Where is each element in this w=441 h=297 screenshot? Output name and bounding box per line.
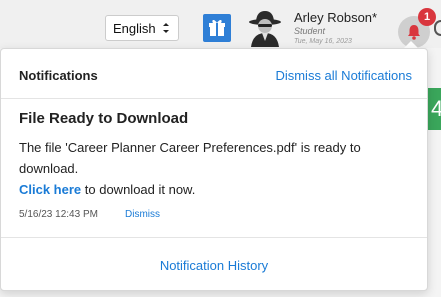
notification-timestamp: 5/16/23 12:43 PM <box>19 209 98 220</box>
bell-icon <box>408 25 420 40</box>
language-select-value: English <box>113 20 156 36</box>
notifications-title: Notifications <box>19 68 98 83</box>
select-arrows-icon <box>163 23 169 33</box>
notification-title: File Ready to Download <box>19 110 189 127</box>
dismiss-notification-link[interactable]: Dismiss <box>125 209 160 220</box>
notification-item: File Ready to Download The file 'Career … <box>1 99 427 238</box>
current-date: Tue, May 16, 2023 <box>294 38 352 45</box>
download-link[interactable]: Click here <box>19 182 81 197</box>
user-role: Student <box>294 26 326 36</box>
partial-green-tile: 4 <box>427 88 441 130</box>
dropdown-arrow <box>404 41 418 48</box>
dismiss-all-link[interactable]: Dismiss all Notifications <box>275 68 412 83</box>
gift-icon <box>209 19 225 36</box>
menu-icon[interactable] <box>434 20 441 36</box>
spy-avatar-icon[interactable] <box>247 9 283 47</box>
notification-count-badge: 1 <box>418 8 436 26</box>
notification-history-link[interactable]: Notification History <box>1 258 427 273</box>
download-link-suffix: to download it now. <box>81 182 196 197</box>
gift-button[interactable] <box>203 14 231 42</box>
user-name[interactable]: Arley Robson* <box>294 10 377 25</box>
top-bar: English Arley Robson* Student Tue, May 1… <box>0 0 441 48</box>
notification-message: The file 'Career Planner Career Preferen… <box>19 140 361 176</box>
notification-body: The file 'Career Planner Career Preferen… <box>19 137 414 200</box>
language-select[interactable]: English <box>105 15 179 41</box>
notifications-header: Notifications Dismiss all Notifications <box>1 49 427 99</box>
notifications-panel: Notifications Dismiss all Notifications … <box>0 48 428 291</box>
